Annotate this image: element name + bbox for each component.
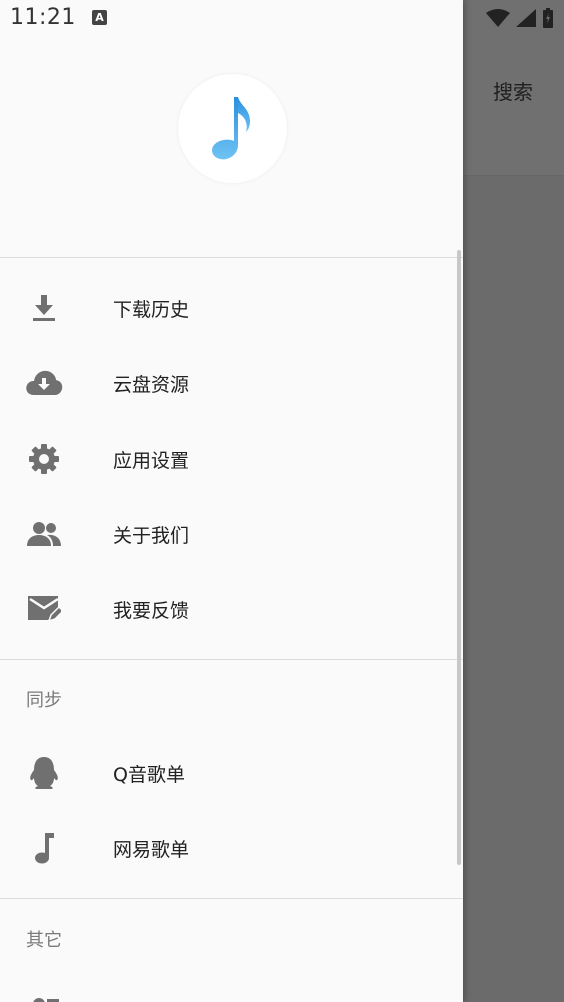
status-time: 11:21 [10, 5, 76, 30]
section-title-sync: 同步 [26, 690, 62, 711]
menu-item-app-settings[interactable]: 应用设置 [0, 429, 463, 489]
menu-label: 关于我们 [113, 524, 190, 547]
menu-item-feedback[interactable]: 我要反馈 [0, 579, 463, 639]
menu-item-download-history[interactable]: 下载历史 [0, 278, 463, 338]
people-icon [25, 985, 63, 1002]
scrollbar[interactable] [457, 250, 461, 865]
menu-label: 云盘资源 [113, 373, 190, 396]
music-note-logo-icon [211, 96, 250, 159]
wifi-icon [486, 9, 510, 27]
divider [0, 659, 463, 660]
menu-item-about-us[interactable]: 关于我们 [0, 504, 463, 564]
signal-icon [516, 9, 536, 27]
gear-icon [25, 440, 63, 478]
qq-penguin-icon [25, 754, 63, 792]
menu-item-partial[interactable] [0, 985, 463, 1002]
divider [0, 257, 463, 258]
app-logo [178, 74, 287, 183]
people-icon [25, 515, 63, 553]
menu-label: 应用设置 [113, 449, 190, 472]
music-note-icon [25, 829, 63, 867]
menu-label: 网易歌单 [113, 838, 190, 861]
mail-edit-icon [25, 590, 63, 628]
navigation-drawer: 11:21 A 下载历史 云盘资源 应用设置 关于我们 我要反馈 同步 Q音歌单… [0, 0, 463, 1002]
menu-label: 我要反馈 [113, 599, 190, 622]
search-button[interactable]: 搜索 [493, 76, 533, 105]
battery-icon [543, 8, 553, 28]
menu-label: Q音歌单 [113, 763, 185, 786]
cloud-download-icon [25, 364, 63, 402]
status-icons [486, 8, 554, 28]
menu-item-cloud-resources[interactable]: 云盘资源 [0, 353, 463, 413]
notification-icon: A [92, 10, 107, 25]
menu-label: 下载历史 [113, 298, 190, 321]
status-bar: 11:21 A [0, 0, 463, 40]
section-title-other: 其它 [26, 930, 62, 951]
menu-item-qq-playlist[interactable]: Q音歌单 [0, 743, 463, 803]
menu-item-netease-playlist[interactable]: 网易歌单 [0, 818, 463, 878]
download-icon [25, 289, 63, 327]
divider [0, 898, 463, 899]
